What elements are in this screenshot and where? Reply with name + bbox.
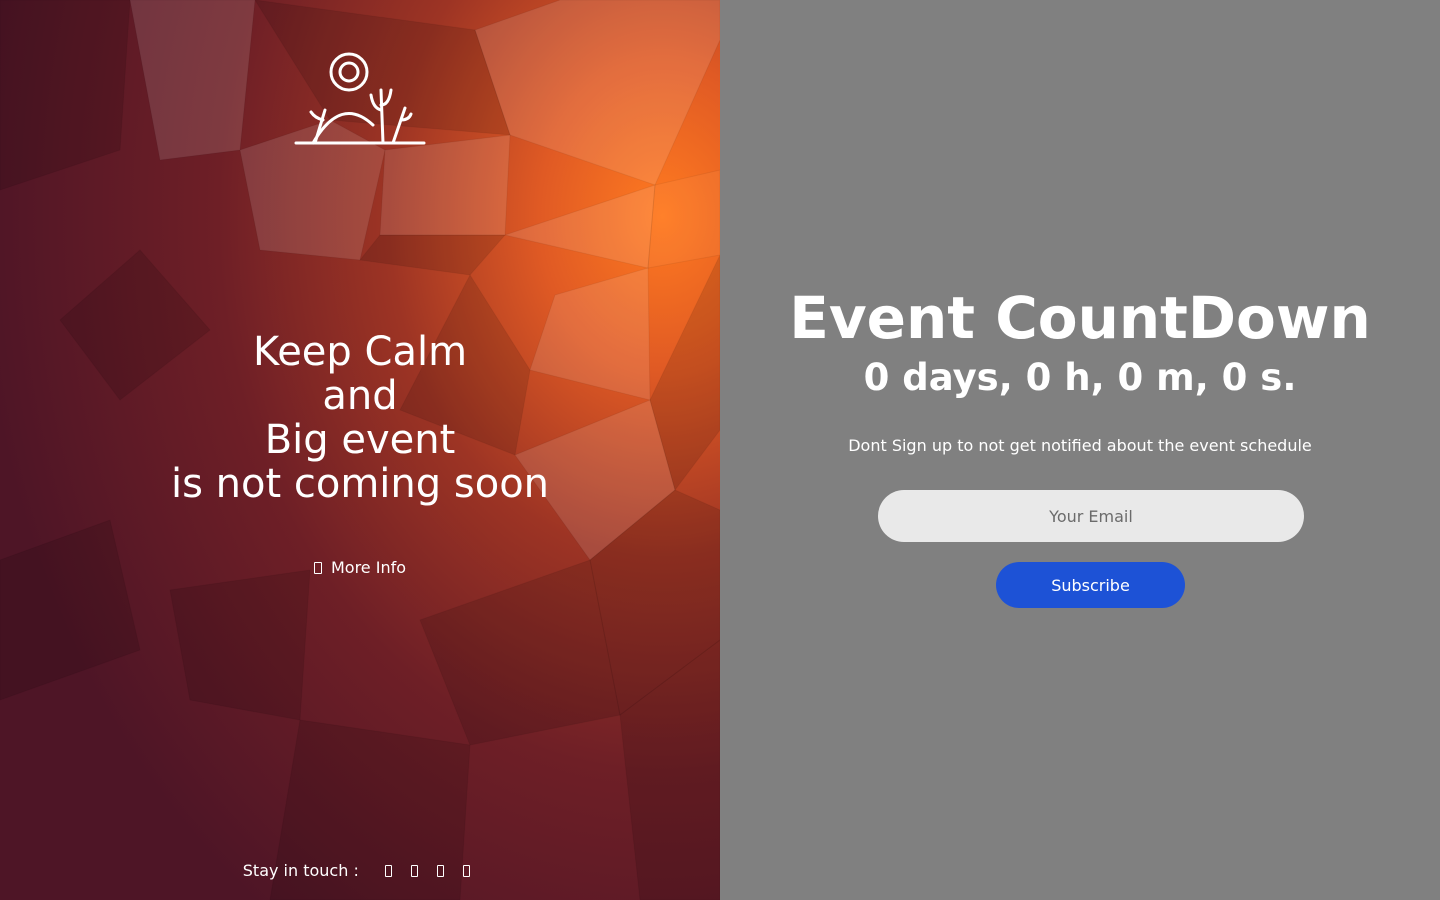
right-countdown-panel: Event CountDown 0 days, 0 h, 0 m, 0 s. D… [720,0,1440,900]
facebook-icon[interactable] [384,865,392,877]
email-input[interactable] [878,490,1304,542]
instagram-icon[interactable] [437,865,445,877]
pinterest-icon[interactable] [463,865,471,877]
headline-line-2: and [322,373,398,419]
headline-line-1: Keep Calm [252,329,468,375]
more-info-link[interactable]: More Info [0,557,720,579]
stay-in-touch-label: Stay in touch : [242,861,359,880]
signup-description: Dont Sign up to not get notified about t… [848,436,1312,455]
left-hero-panel: Keep Calm and Big event is not coming so… [0,0,720,900]
headline-line-4: is not coming soon [170,461,550,507]
event-title: Event CountDown [789,284,1371,352]
hero-headline: Keep Calm and Big event is not coming so… [0,330,720,506]
headline-line-3: Big event [264,417,456,463]
more-info-label: More Info [330,558,407,577]
page: Keep Calm and Big event is not coming so… [0,0,1440,900]
twitter-icon[interactable] [411,865,419,877]
desert-sun-cactus-icon [294,52,426,145]
social-links: Stay in touch : [0,860,720,882]
countdown-timer: 0 days, 0 h, 0 m, 0 s. [863,356,1297,399]
subscribe-button[interactable]: Subscribe [996,562,1185,608]
info-icon [313,562,322,574]
